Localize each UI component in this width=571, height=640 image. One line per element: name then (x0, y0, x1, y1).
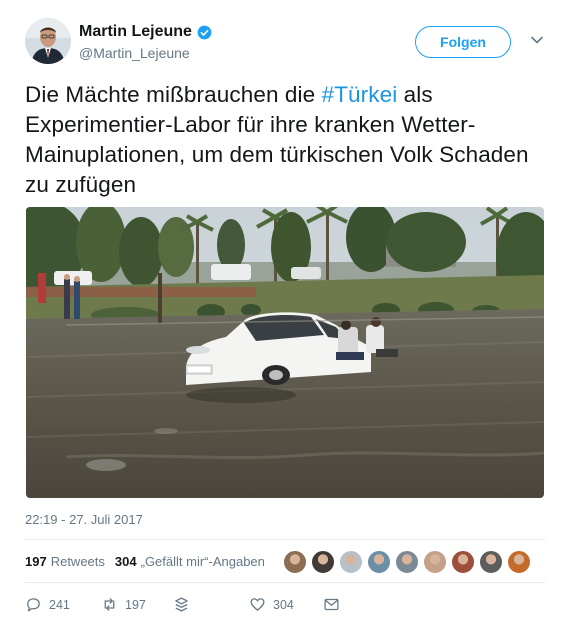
retweet-count: 197 (125, 597, 146, 612)
retweets-label: Retweets (50, 554, 105, 569)
display-name[interactable]: Martin Lejeune (79, 23, 192, 41)
reply-icon (27, 598, 40, 612)
avatar[interactable] (25, 18, 71, 64)
likes-count: 304 (114, 554, 137, 569)
like-action[interactable]: 304 (249, 596, 294, 613)
tweet-header: Martin Lejeune @Martin_Lejeune Folgen (25, 18, 545, 68)
likes-stat[interactable]: 304 „Gefällt mir“-Angaben (115, 554, 265, 569)
envelope-icon (324, 598, 339, 611)
liker-avatar[interactable] (479, 550, 503, 574)
liker-avatar[interactable] (283, 550, 307, 574)
liker-avatar[interactable] (395, 550, 419, 574)
reply-action[interactable]: 241 (25, 596, 70, 613)
hashtag-link[interactable]: #Türkei (322, 82, 398, 107)
retweet-icon (104, 598, 115, 611)
name-row: Martin Lejeune (79, 23, 212, 41)
stack-icon (175, 597, 188, 612)
liker-avatar[interactable] (311, 550, 335, 574)
like-count: 304 (273, 597, 294, 612)
verified-badge-icon (197, 25, 212, 39)
likes-label: „Gefällt mir“-Angaben (140, 554, 265, 569)
tweet-actions: 241 197 304 (25, 596, 355, 616)
liker-avatar[interactable] (423, 550, 447, 574)
reply-count: 241 (49, 597, 70, 612)
tweet-text-start: Die Mächte mißbrauchen die (25, 82, 322, 107)
avatar-portrait (25, 18, 71, 64)
tweet-timestamp[interactable]: 22:19 - 27. Juli 2017 (25, 512, 143, 527)
divider (25, 582, 545, 583)
liker-avatar[interactable] (339, 550, 363, 574)
engagement-stats: 197 Retweets 304 „Gefällt mir“-Angaben (25, 554, 265, 569)
retweets-stat[interactable]: 197 Retweets (25, 554, 105, 569)
tweet-text: Die Mächte mißbrauchen die #Türkei als E… (25, 80, 550, 200)
liker-avatar[interactable] (451, 550, 475, 574)
user-handle[interactable]: @Martin_Lejeune (79, 45, 190, 61)
divider (25, 539, 545, 540)
message-action[interactable] (323, 596, 347, 613)
chevron-down-icon[interactable] (530, 33, 544, 47)
heart-icon (250, 598, 265, 611)
tweet-photo[interactable] (26, 207, 544, 498)
liker-avatars (283, 550, 535, 574)
liker-avatar[interactable] (507, 550, 531, 574)
follow-button[interactable]: Folgen (415, 26, 511, 58)
stack-action[interactable] (173, 596, 197, 613)
retweet-action[interactable]: 197 (101, 596, 146, 613)
liker-avatar[interactable] (367, 550, 391, 574)
flooded-street-image (26, 207, 544, 498)
retweets-count: 197 (25, 554, 47, 569)
